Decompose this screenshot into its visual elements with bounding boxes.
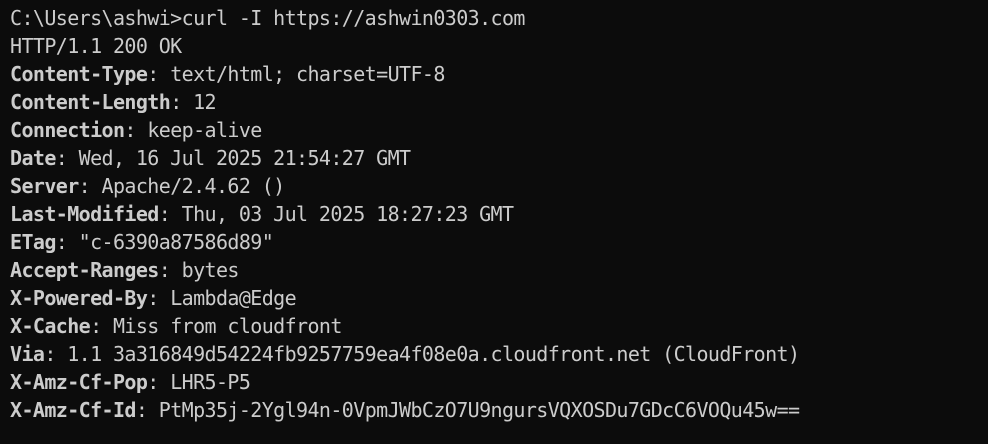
header-line: X-Cache: Miss from cloudfront <box>10 314 342 338</box>
header-name: ETag <box>10 230 56 254</box>
command-line: C:\Users\ashwi>curl -I https://ashwin030… <box>10 4 988 32</box>
terminal-window[interactable]: C:\Users\ashwi>curl -I https://ashwin030… <box>0 0 988 444</box>
header-name: Accept-Ranges <box>10 258 159 282</box>
header-name: Server <box>10 174 79 198</box>
header-line: Last-Modified: Thu, 03 Jul 2025 18:27:23… <box>10 202 514 226</box>
prompt: C:\Users\ashwi> <box>10 6 182 30</box>
header-value: Wed, 16 Jul 2025 21:54:27 GMT <box>78 146 411 170</box>
header-name: Connection <box>10 118 125 142</box>
header-line: X-Powered-By: Lambda@Edge <box>10 286 297 310</box>
header-name: Last-Modified <box>10 202 159 226</box>
header-name: Content-Type <box>10 62 148 86</box>
header-line: Server: Apache/2.4.62 () <box>10 174 286 198</box>
header-line: X-Amz-Cf-Id: PtMp35j-2Ygl94n-0VpmJWbCzO7… <box>10 398 800 422</box>
header-name: X-Amz-Cf-Pop <box>10 370 148 394</box>
header-value: PtMp35j-2Ygl94n-0VpmJWbCzO7U9ngursVQXOSD… <box>158 398 800 422</box>
header-line: Content-Type: text/html; charset=UTF-8 <box>10 62 445 86</box>
header-name: Via <box>10 342 45 366</box>
header-value: LHR5-P5 <box>170 370 251 394</box>
status-line: HTTP/1.1 200 OK <box>10 34 182 58</box>
header-value: bytes <box>181 258 240 282</box>
header-line: Connection: keep-alive <box>10 118 262 142</box>
header-line: X-Amz-Cf-Pop: LHR5-P5 <box>10 370 251 394</box>
header-name: X-Cache <box>10 314 91 338</box>
header-value: "c-6390a87586d89" <box>78 230 274 254</box>
header-line: ETag: "c-6390a87586d89" <box>10 230 274 254</box>
header-line: Content-Length: 12 <box>10 90 217 114</box>
command-text: curl -I https://ashwin0303.com <box>181 6 526 30</box>
header-line: Accept-Ranges: bytes <box>10 258 240 282</box>
header-value: keep-alive <box>147 118 262 142</box>
header-value: Thu, 03 Jul 2025 18:27:23 GMT <box>181 202 514 226</box>
header-name: Content-Length <box>10 90 171 114</box>
header-value: Lambda@Edge <box>170 286 297 310</box>
header-value: 12 <box>193 90 216 114</box>
header-line: Date: Wed, 16 Jul 2025 21:54:27 GMT <box>10 146 411 170</box>
header-name: Date <box>10 146 56 170</box>
header-name: X-Amz-Cf-Id <box>10 398 136 422</box>
header-name: X-Powered-By <box>10 286 148 310</box>
header-value: Apache/2.4.62 () <box>101 174 286 198</box>
header-value: 1.1 3a316849d54224fb9257759ea4f08e0a.clo… <box>67 342 800 366</box>
header-value: Miss from cloudfront <box>112 314 342 338</box>
header-line: Via: 1.1 3a316849d54224fb9257759ea4f08e0… <box>10 342 800 366</box>
header-value: text/html; charset=UTF-8 <box>170 62 445 86</box>
